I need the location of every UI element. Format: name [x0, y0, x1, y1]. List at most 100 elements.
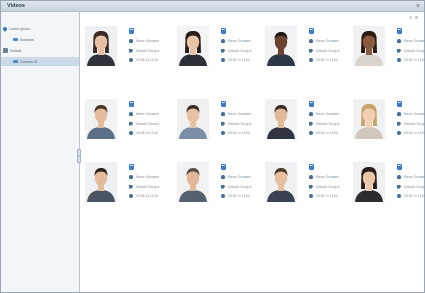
- person-name: Name Surname: [316, 39, 340, 43]
- group-row: Default Group A: [397, 184, 425, 190]
- person-photo: [85, 26, 117, 66]
- user-icon: [397, 112, 401, 116]
- time-row: 09:26:14 12:00: [397, 57, 425, 63]
- person-photo: [177, 99, 209, 139]
- id-badge-icon: [309, 101, 314, 107]
- tree-item-location[interactable]: Lorem ipsum: [2, 24, 81, 33]
- person-info: Name Surname Default Group A 09:26:14 12…: [397, 164, 425, 203]
- tag-icon: [129, 184, 133, 189]
- person-name: Name Surname: [316, 175, 340, 179]
- tree-item-label: Example: [20, 37, 34, 42]
- time-row: 09:26:14 12:00: [397, 130, 425, 136]
- capture-time: 09:26:14 12:00: [136, 131, 158, 135]
- person-photo: [85, 162, 117, 202]
- group-icon: [3, 48, 8, 53]
- gallery-panel: ⌕ ≡ Name Surname Default Group A 09:26:1…: [81, 12, 425, 292]
- id-badge-icon: [309, 28, 314, 34]
- person-photo: [265, 26, 297, 66]
- tag-icon: [221, 48, 225, 53]
- name-row: Name Surname: [397, 38, 425, 44]
- camera-icon: [13, 38, 18, 41]
- person-photo: [265, 162, 297, 202]
- user-icon: [309, 175, 313, 179]
- close-icon[interactable]: ×: [416, 2, 420, 11]
- person-name: Name Surname: [228, 112, 252, 116]
- tag-icon: [221, 184, 225, 189]
- tag-icon: [397, 121, 401, 126]
- sidebar: Lorem ipsum Example Default Camera 01: [1, 12, 80, 292]
- person-group: Default Group A: [404, 184, 425, 189]
- clock-icon: [309, 194, 313, 198]
- person-photo: [85, 99, 117, 139]
- user-icon: [397, 39, 401, 43]
- id-badge-icon: [129, 28, 134, 34]
- clock-icon: [397, 58, 401, 62]
- user-icon: [397, 175, 401, 179]
- tree-item-default[interactable]: Default: [3, 46, 81, 55]
- person-card[interactable]: Name Surname Default Group A 09:26:14 12…: [353, 162, 425, 218]
- person-name: Name Surname: [136, 175, 160, 179]
- person-photo: [353, 26, 385, 66]
- user-icon: [129, 175, 133, 179]
- name-row: Name Surname: [397, 111, 425, 117]
- person-group: Default Group A: [136, 48, 160, 53]
- person-name: Name Surname: [136, 39, 160, 43]
- tree-item-example[interactable]: Example: [13, 35, 91, 44]
- tag-icon: [309, 48, 313, 53]
- capture-time: 09:26:14 12:00: [228, 58, 250, 62]
- id-badge-icon: [397, 164, 402, 170]
- layout-icon[interactable]: ≡: [415, 14, 418, 22]
- user-icon: [221, 112, 225, 116]
- person-photo: [353, 99, 385, 139]
- tree-item-camera[interactable]: Camera 01: [1, 57, 79, 66]
- tree-item-label: Lorem ipsum: [9, 26, 30, 31]
- person-group: Default Group A: [316, 121, 340, 126]
- person-group: Default Group A: [404, 48, 425, 53]
- clock-icon: [221, 58, 225, 62]
- person-photo: [265, 99, 297, 139]
- clock-icon: [221, 131, 225, 135]
- camera-icon: [13, 60, 18, 63]
- tree-item-label: Default: [10, 48, 22, 53]
- id-badge-icon: [397, 101, 402, 107]
- group-row: Default Group A: [397, 121, 425, 127]
- id-badge-icon: [397, 28, 402, 34]
- capture-time: 09:26:14 12:00: [136, 58, 158, 62]
- tag-icon: [309, 121, 313, 126]
- capture-time: 09:26:14 12:00: [404, 58, 425, 62]
- tag-icon: [309, 184, 313, 189]
- person-photo: [177, 162, 209, 202]
- tree-item-label: Camera 01: [20, 59, 38, 64]
- group-row: Default Group A: [397, 48, 425, 54]
- person-name: Name Surname: [136, 112, 160, 116]
- clock-icon: [397, 194, 401, 198]
- person-name: Name Surname: [404, 112, 425, 116]
- search-icon[interactable]: ⌕: [409, 14, 412, 22]
- person-name: Name Surname: [228, 39, 252, 43]
- person-group: Default Group A: [316, 184, 340, 189]
- tag-icon: [397, 48, 401, 53]
- app-window: Videos × Lorem ipsum Example Default Cam…: [0, 0, 425, 293]
- person-group: Default Group A: [404, 121, 425, 126]
- user-icon: [221, 175, 225, 179]
- capture-time: 09:26:14 12:00: [228, 194, 250, 198]
- id-badge-icon: [221, 28, 226, 34]
- capture-time: 09:26:14 12:00: [136, 194, 158, 198]
- person-card[interactable]: Name Surname Default Group A 09:26:14 12…: [353, 26, 425, 82]
- capture-time: 09:26:14 12:00: [316, 58, 338, 62]
- clock-icon: [221, 194, 225, 198]
- toolbar: ⌕ ≡: [409, 14, 418, 22]
- person-card[interactable]: Name Surname Default Group A 09:26:14 12…: [353, 99, 425, 155]
- id-badge-icon: [129, 101, 134, 107]
- capture-time: 09:26:14 12:00: [228, 131, 250, 135]
- person-info: Name Surname Default Group A 09:26:14 12…: [397, 28, 425, 67]
- title-bar: Videos ×: [1, 1, 424, 12]
- capture-time: 09:26:14 12:00: [316, 131, 338, 135]
- person-name: Name Surname: [404, 39, 425, 43]
- clock-icon: [309, 58, 313, 62]
- clock-icon: [129, 194, 133, 198]
- id-badge-icon: [221, 101, 226, 107]
- capture-time: 09:26:14 12:00: [404, 194, 425, 198]
- person-group: Default Group A: [136, 121, 160, 126]
- person-photo: [353, 162, 385, 202]
